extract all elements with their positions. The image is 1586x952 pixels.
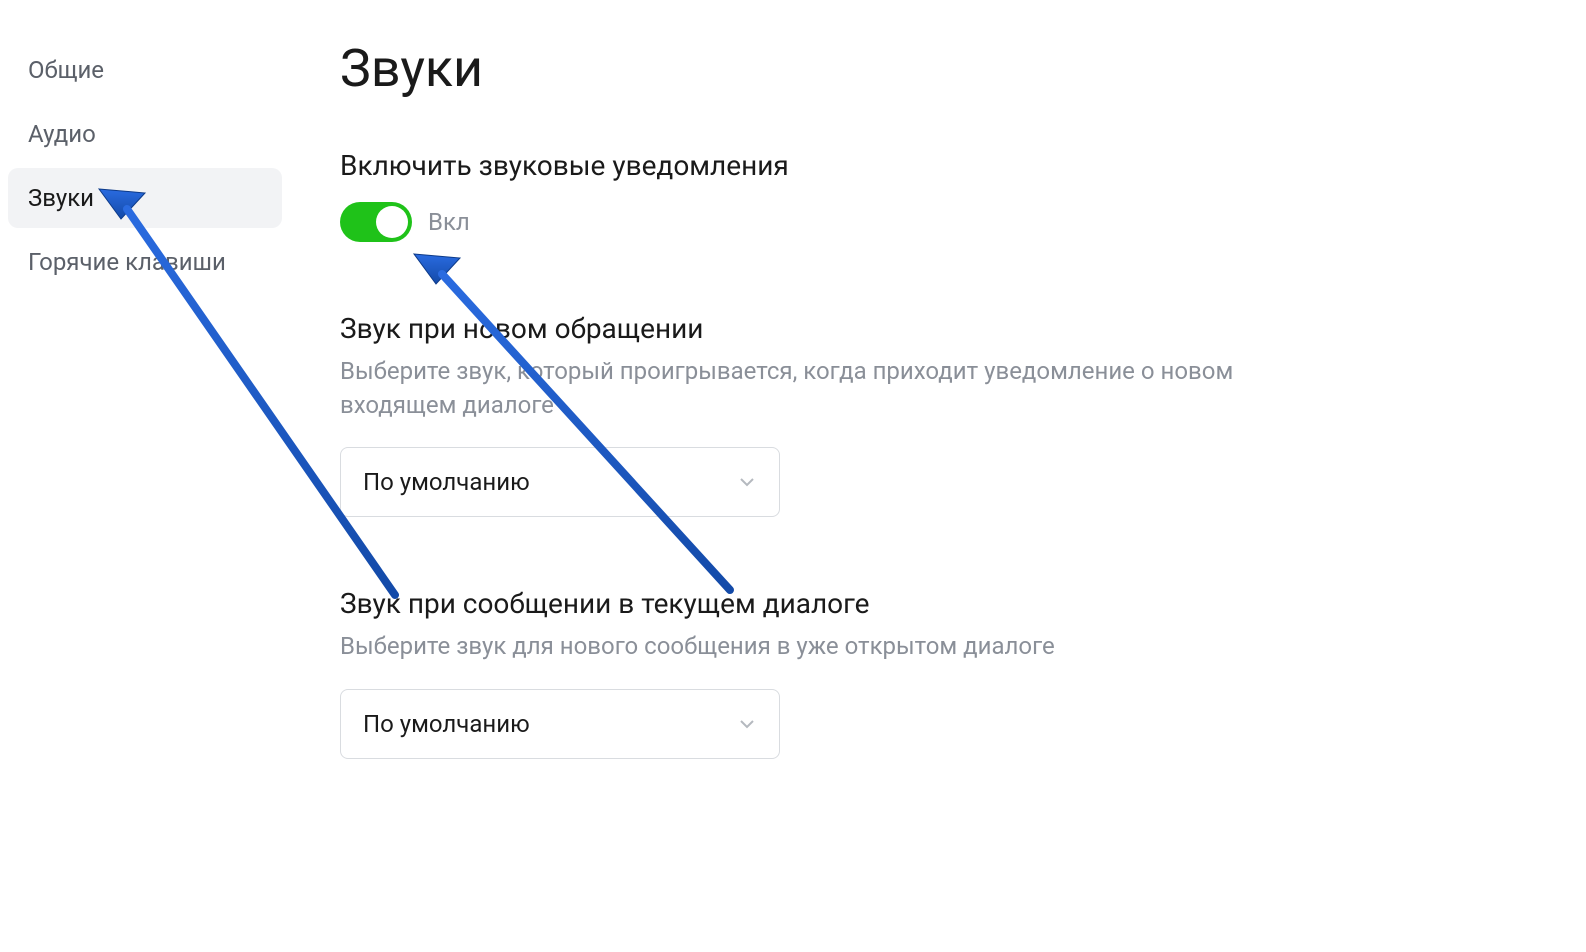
sidebar-item-sounds[interactable]: Звуки bbox=[8, 168, 282, 228]
section-new-request-title: Звук при новом обращении bbox=[340, 312, 1250, 345]
sidebar-item-hotkeys[interactable]: Горячие клавиши bbox=[8, 232, 282, 292]
sidebar-item-general[interactable]: Общие bbox=[8, 40, 282, 100]
page-title: Звуки bbox=[340, 38, 1250, 99]
toggle-handle bbox=[376, 206, 408, 238]
current-dialog-sound-select[interactable]: По умолчанию bbox=[340, 689, 780, 759]
select-value: По умолчанию bbox=[363, 710, 530, 738]
notifications-toggle[interactable] bbox=[340, 202, 412, 242]
section-new-request-desc: Выберите звук, который проигрывается, ко… bbox=[340, 355, 1250, 422]
section-current-dialog: Звук при сообщении в текущем диалоге Выб… bbox=[340, 587, 1250, 759]
section-notifications-title: Включить звуковые уведомления bbox=[340, 149, 1250, 182]
section-current-dialog-title: Звук при сообщении в текущем диалоге bbox=[340, 587, 1250, 620]
section-new-request: Звук при новом обращении Выберите звук, … bbox=[340, 312, 1250, 517]
main-content: Звуки Включить звуковые уведомления Вкл … bbox=[290, 20, 1290, 829]
new-request-sound-select[interactable]: По умолчанию bbox=[340, 447, 780, 517]
section-current-dialog-desc: Выберите звук для нового сообщения в уже… bbox=[340, 630, 1250, 664]
sidebar: Общие Аудио Звуки Горячие клавиши bbox=[0, 20, 290, 829]
chevron-down-icon bbox=[737, 472, 757, 492]
toggle-state-label: Вкл bbox=[428, 208, 470, 236]
chevron-down-icon bbox=[737, 714, 757, 734]
section-notifications: Включить звуковые уведомления Вкл bbox=[340, 149, 1250, 242]
sidebar-item-audio[interactable]: Аудио bbox=[8, 104, 282, 164]
select-value: По умолчанию bbox=[363, 468, 530, 496]
toggle-row: Вкл bbox=[340, 202, 1250, 242]
